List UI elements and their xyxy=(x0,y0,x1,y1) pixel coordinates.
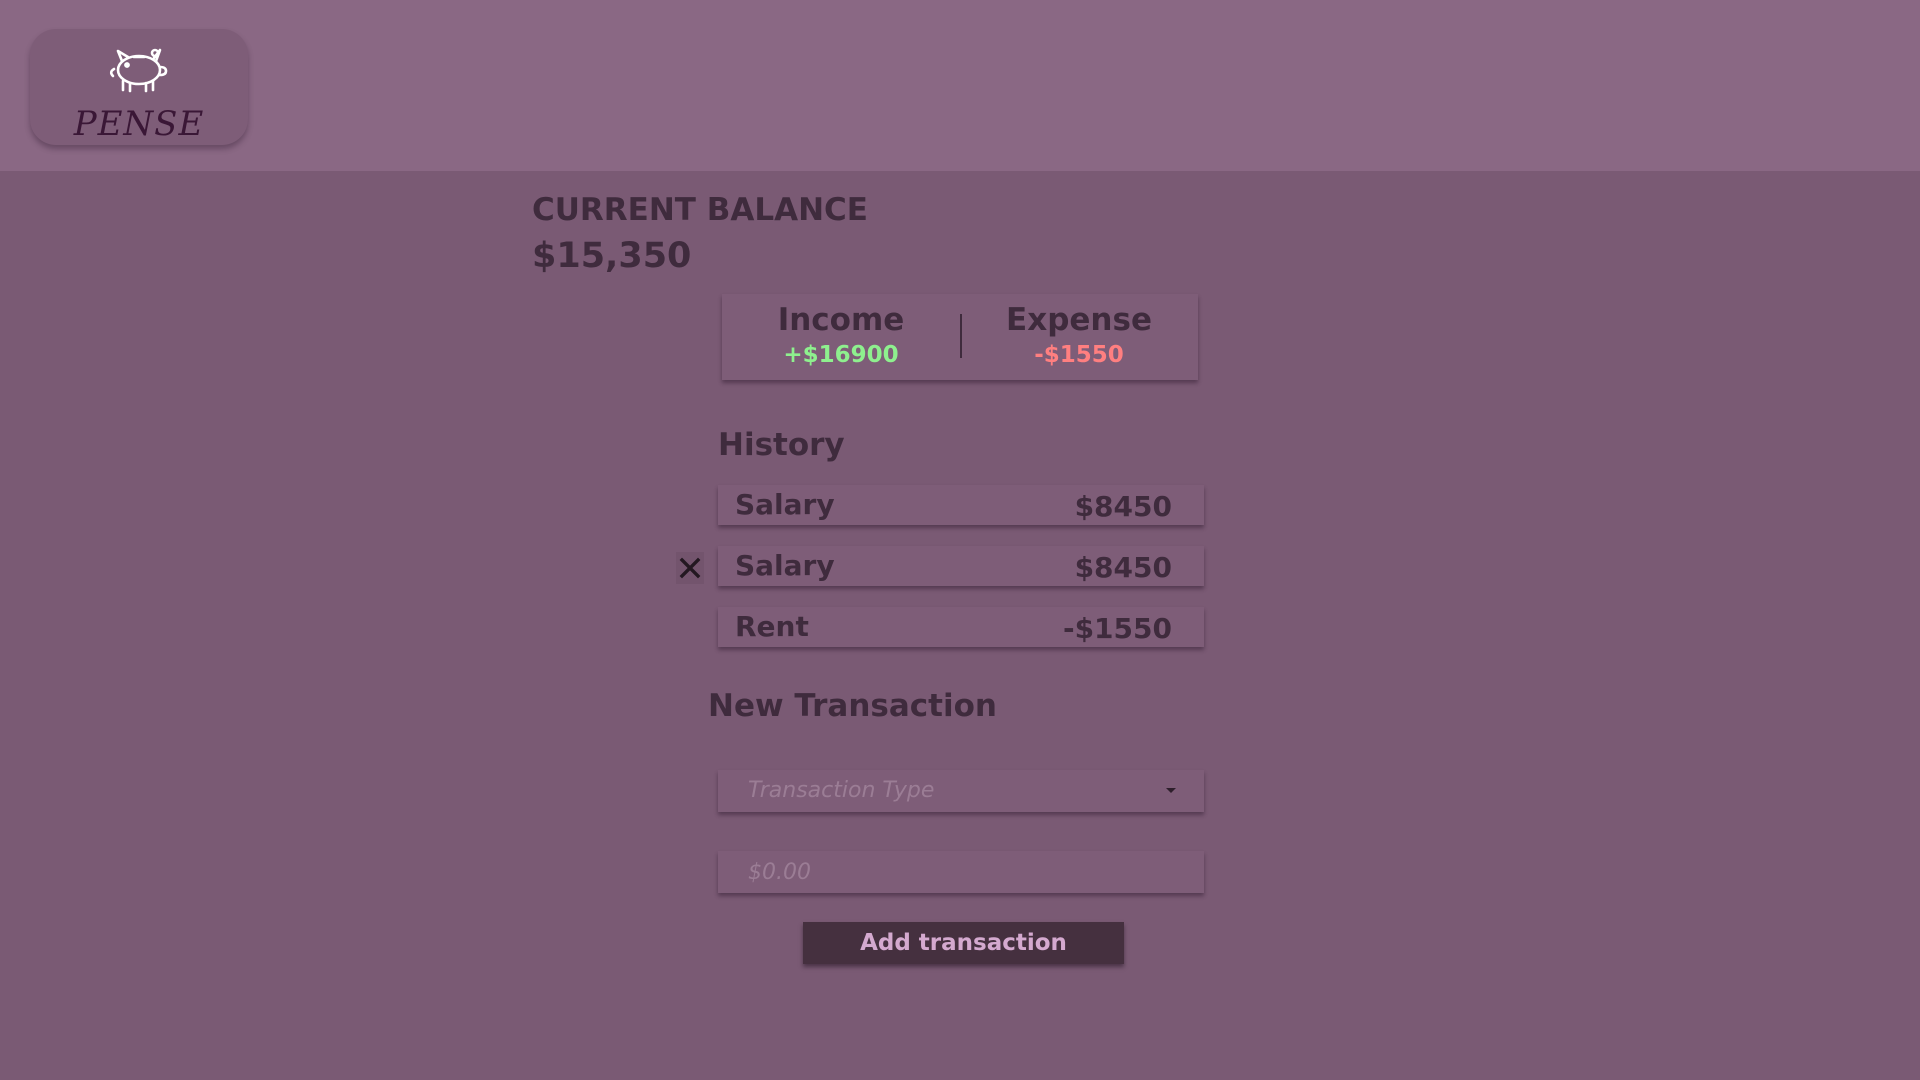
transaction-type-select[interactable]: Transaction Type xyxy=(718,770,1204,812)
add-transaction-button[interactable]: Add transaction xyxy=(803,922,1124,964)
app-root: PENSE CURRENT BALANCE $15,350 Income +$1… xyxy=(0,0,1920,1080)
caret-down-icon[interactable] xyxy=(1166,788,1176,793)
top-bar: PENSE xyxy=(0,0,1920,171)
history-item[interactable]: Salary $8450 xyxy=(718,485,1204,525)
piggy-bank-icon xyxy=(109,48,168,93)
history-item-name: Salary xyxy=(735,549,835,582)
balance-label: CURRENT BALANCE xyxy=(532,192,868,228)
income-summary: Income +$16900 xyxy=(722,302,960,371)
balance-value: $15,350 xyxy=(532,236,692,276)
income-label: Income xyxy=(777,302,905,338)
history-item-amount: -$1550 xyxy=(1062,612,1172,645)
expense-label: Expense xyxy=(1006,302,1152,338)
income-amount: +$16900 xyxy=(783,342,899,369)
logo[interactable]: PENSE xyxy=(30,29,248,145)
history-item-amount: $8450 xyxy=(1074,551,1172,584)
income-expense-card: Income +$16900 Expense -$1550 xyxy=(722,294,1198,380)
history-title: History xyxy=(718,427,845,463)
history-item-name: Salary xyxy=(735,488,835,521)
close-icon[interactable] xyxy=(676,552,704,584)
history-item-amount: $8450 xyxy=(1074,490,1172,523)
amount-input[interactable] xyxy=(718,851,1204,893)
history-item[interactable]: Rent -$1550 xyxy=(718,607,1204,647)
expense-summary: Expense -$1550 xyxy=(960,302,1198,371)
transaction-type-placeholder: Transaction Type xyxy=(748,778,935,803)
expense-amount: -$1550 xyxy=(1034,342,1124,369)
history-item-name: Rent xyxy=(735,610,809,643)
history-item[interactable]: Salary $8450 xyxy=(718,546,1204,586)
logo-text: PENSE xyxy=(73,104,205,144)
new-transaction-title: New Transaction xyxy=(708,688,997,724)
